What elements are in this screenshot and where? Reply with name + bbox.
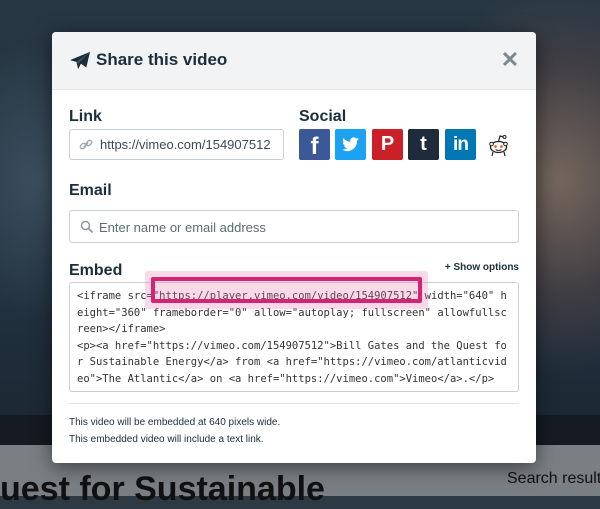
modal-header: Share this video ✕ <box>52 32 536 90</box>
show-options-link[interactable]: + Show options <box>445 262 519 273</box>
close-icon[interactable]: ✕ <box>500 49 520 71</box>
reddit-button[interactable] <box>483 129 514 160</box>
paper-plane-icon <box>70 51 90 70</box>
pinterest-button[interactable]: P <box>372 129 403 160</box>
twitter-button[interactable] <box>335 129 366 160</box>
link-field[interactable]: https://vimeo.com/154907512 <box>69 129 284 160</box>
link-url: https://vimeo.com/154907512 <box>100 137 271 152</box>
divider <box>69 403 519 404</box>
share-modal: Share this video ✕ Link https://vimeo.co… <box>52 32 536 463</box>
link-chain-icon <box>79 139 93 150</box>
tumblr-button[interactable]: t <box>408 129 439 160</box>
email-input[interactable]: Enter name or email address <box>69 210 519 243</box>
facebook-button[interactable]: f <box>299 129 330 160</box>
embed-label: Embed <box>69 262 123 279</box>
search-results-heading: Search result <box>507 470 600 487</box>
link-label: Link <box>69 108 102 125</box>
embed-width-note: This video will be embedded at 640 pixel… <box>69 417 281 428</box>
search-icon <box>80 220 94 234</box>
video-title-behind: uest for Sustainable <box>0 470 325 508</box>
embed-link-note: This embedded video will include a text … <box>69 434 264 445</box>
email-label: Email <box>69 182 112 199</box>
email-placeholder: Enter name or email address <box>99 220 266 235</box>
url-highlight-box <box>151 277 422 303</box>
linkedin-button[interactable]: in <box>445 129 476 160</box>
modal-title: Share this video <box>96 50 228 69</box>
twitter-bird-icon <box>342 137 359 152</box>
social-label: Social <box>299 108 347 125</box>
reddit-alien-icon <box>489 135 508 157</box>
